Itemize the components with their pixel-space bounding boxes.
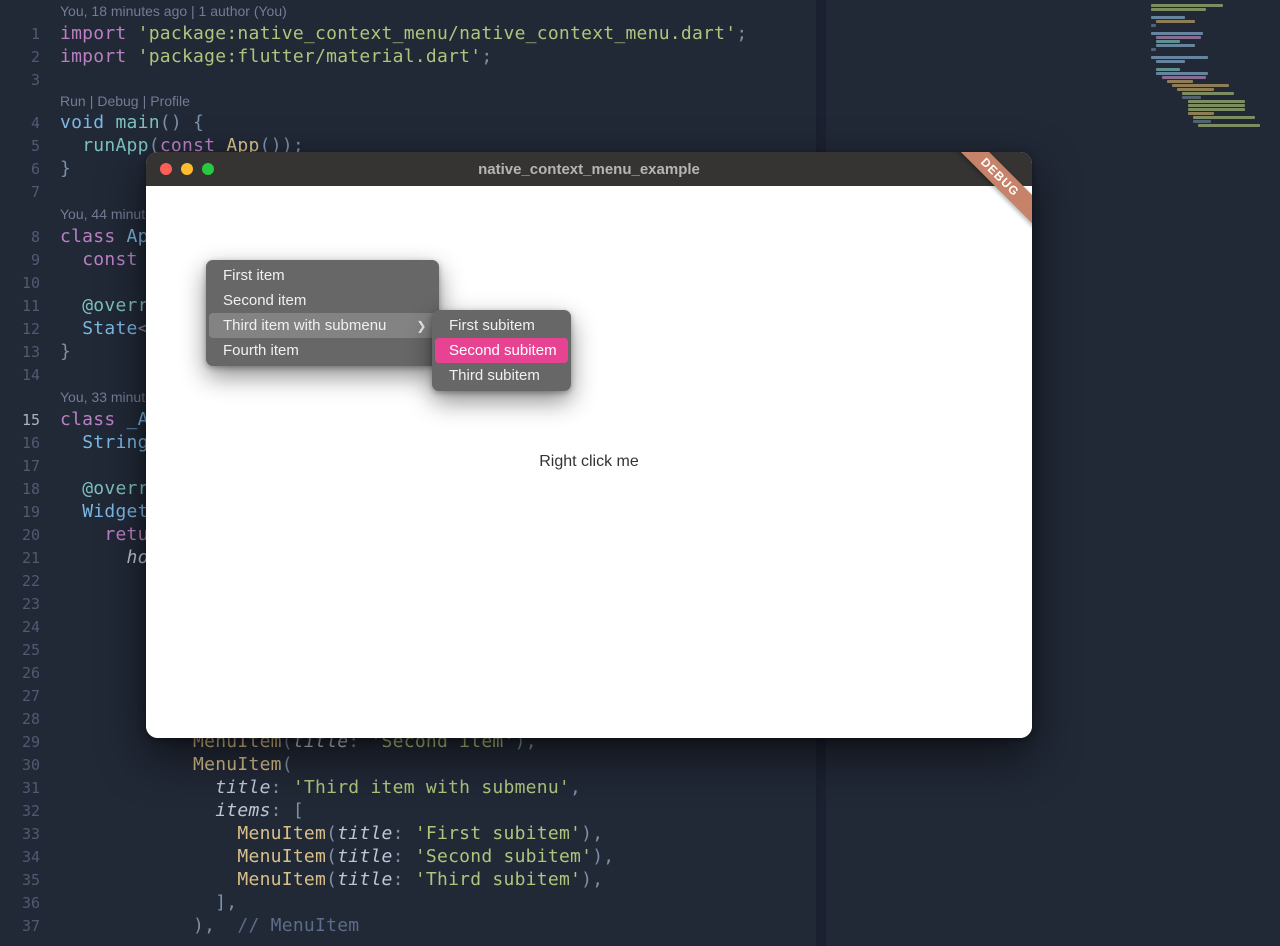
line-number: 25: [0, 641, 60, 659]
line-number: 30: [0, 756, 60, 774]
submenu-item-label: Third subitem: [449, 367, 540, 384]
menu-item-label: First item: [223, 267, 285, 284]
line-number: 6: [0, 160, 60, 178]
lens-author-0: You, 18 minutes ago | 1 author (You): [0, 0, 820, 22]
line-number: 22: [0, 572, 60, 590]
line-number: 29: [0, 733, 60, 751]
body-placeholder-text: Right click me: [539, 453, 639, 471]
line-number: 35: [0, 871, 60, 889]
minimap[interactable]: [1146, 4, 1276, 134]
line-number: 17: [0, 457, 60, 475]
line-number: 37: [0, 917, 60, 935]
line-number: 11: [0, 297, 60, 315]
line-number: 12: [0, 320, 60, 338]
menu-item-label: Third item with submenu: [223, 317, 386, 334]
submenu-item[interactable]: Second subitem: [435, 338, 568, 363]
line-number: 33: [0, 825, 60, 843]
window-titlebar[interactable]: native_context_menu_example: [146, 152, 1032, 186]
window-title: native_context_menu_example: [146, 161, 1032, 178]
code-line[interactable]: 3: [0, 68, 820, 91]
line-number: 31: [0, 779, 60, 797]
menu-item-label: Second item: [223, 292, 306, 309]
code-text: }: [60, 341, 71, 362]
code-text: MenuItem(title: 'Second subitem'),: [60, 846, 614, 867]
code-text: MenuItem(title: 'First subitem'),: [60, 823, 603, 844]
context-submenu[interactable]: First subitem Second subitem Third subitem: [432, 310, 571, 391]
line-number: 7: [0, 183, 60, 201]
line-number: 21: [0, 549, 60, 567]
code-text: void main() {: [60, 112, 204, 133]
line-number: 23: [0, 595, 60, 613]
menu-item[interactable]: First item: [209, 263, 436, 288]
code-text: MenuItem(title: 'Third subitem'),: [60, 869, 603, 890]
context-menu[interactable]: First item Second item Third item with sub…: [206, 260, 439, 366]
line-number: 20: [0, 526, 60, 544]
code-text: ), // MenuItem: [60, 915, 359, 936]
chevron-right-icon: ❯: [416, 319, 426, 333]
menu-item-label: Fourth item: [223, 342, 299, 359]
code-text: hom: [60, 547, 160, 568]
line-number: 32: [0, 802, 60, 820]
submenu-item-label: First subitem: [449, 317, 535, 334]
codelens-run[interactable]: Run: [60, 93, 86, 109]
menu-item[interactable]: Third item with submenu ❯: [209, 313, 436, 338]
line-number: 8: [0, 228, 60, 246]
line-number: 28: [0, 710, 60, 728]
code-line[interactable]: 4void main() {: [0, 111, 820, 134]
code-text: import 'package:native_context_menu/nati…: [60, 23, 747, 44]
code-text: }: [60, 158, 71, 179]
code-line[interactable]: 32 items: [: [0, 799, 820, 822]
code-text: title: 'Third item with submenu',: [60, 777, 581, 798]
line-number: 36: [0, 894, 60, 912]
line-number: 16: [0, 434, 60, 452]
code-line[interactable]: 30 MenuItem(: [0, 753, 820, 776]
code-line[interactable]: 31 title: 'Third item with submenu',: [0, 776, 820, 799]
code-text: MenuItem(: [60, 754, 293, 775]
menu-item[interactable]: Second item: [209, 288, 436, 313]
code-line[interactable]: 33 MenuItem(title: 'First subitem'),: [0, 822, 820, 845]
code-text: import 'package:flutter/material.dart';: [60, 46, 492, 67]
line-number: 9: [0, 251, 60, 269]
code-line[interactable]: 36 ],: [0, 891, 820, 914]
code-text: ],: [60, 892, 237, 913]
line-number: 26: [0, 664, 60, 682]
line-number: 10: [0, 274, 60, 292]
code-line[interactable]: 1import 'package:native_context_menu/nat…: [0, 22, 820, 45]
app-window: native_context_menu_example Right click …: [146, 152, 1032, 738]
line-number: 15: [0, 411, 60, 429]
code-line[interactable]: 35 MenuItem(title: 'Third subitem'),: [0, 868, 820, 891]
line-number: 2: [0, 48, 60, 66]
submenu-item-label: Second subitem: [449, 342, 557, 359]
menu-item[interactable]: Fourth item: [209, 338, 436, 363]
code-text: items: [: [60, 800, 304, 821]
codelens[interactable]: Run| Debug| Profile: [0, 91, 820, 111]
code-line[interactable]: 34 MenuItem(title: 'Second subitem'),: [0, 845, 820, 868]
code-line[interactable]: 37 ), // MenuItem: [0, 914, 820, 937]
submenu-item[interactable]: First subitem: [435, 313, 568, 338]
submenu-item[interactable]: Third subitem: [435, 363, 568, 388]
line-number: 24: [0, 618, 60, 636]
line-number: 4: [0, 114, 60, 132]
line-number: 27: [0, 687, 60, 705]
code-line[interactable]: 2import 'package:flutter/material.dart';: [0, 45, 820, 68]
line-number: 1: [0, 25, 60, 43]
line-number: 14: [0, 366, 60, 384]
line-number: 34: [0, 848, 60, 866]
line-number: 18: [0, 480, 60, 498]
line-number: 19: [0, 503, 60, 521]
line-number: 13: [0, 343, 60, 361]
codelens-profile[interactable]: Profile: [150, 93, 190, 109]
codelens-debug[interactable]: Debug: [97, 93, 138, 109]
line-number: 3: [0, 71, 60, 89]
line-number: 5: [0, 137, 60, 155]
